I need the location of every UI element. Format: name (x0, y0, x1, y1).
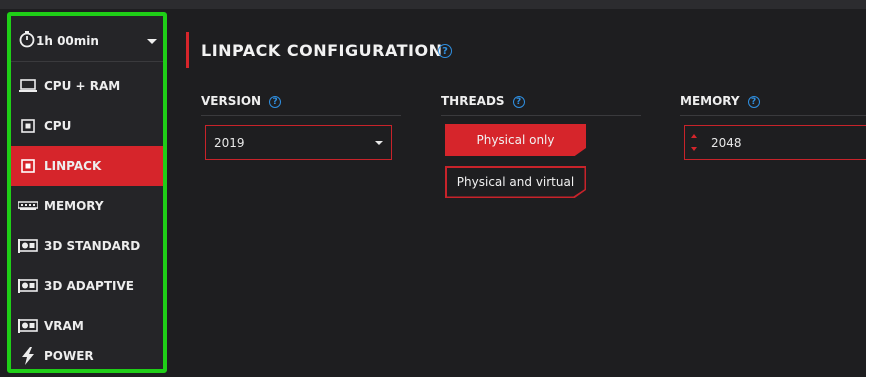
sidebar-item-label: VRAM (44, 319, 84, 333)
threads-physical-virtual-label: Physical and virtual (446, 167, 585, 197)
stepper-down-icon[interactable] (691, 147, 697, 151)
threads-physical-only-button[interactable]: Physical only (445, 124, 586, 156)
sidebar-item-label: POWER (44, 349, 94, 363)
help-icon[interactable]: ? (747, 95, 760, 108)
stopwatch-icon (18, 30, 36, 51)
sidebar: 1h 00min CPU + RAM CPU LINPACK MEMORY 3D… (7, 12, 167, 373)
top-strip (0, 0, 866, 9)
stepper-up-icon[interactable] (691, 134, 697, 138)
lightning-icon (18, 347, 38, 365)
threads-label-text: THREADS (441, 94, 505, 108)
sidebar-item-cpu-ram[interactable]: CPU + RAM (11, 66, 163, 106)
memory-value: 2048 (711, 135, 742, 150)
gpu-icon (18, 318, 38, 334)
chevron-down-icon (375, 141, 383, 145)
ram-icon (18, 198, 38, 214)
sidebar-item-3d-standard[interactable]: 3D STANDARD (11, 226, 163, 266)
sidebar-item-label: 3D STANDARD (44, 239, 141, 253)
sidebar-item-label: 3D ADAPTIVE (44, 279, 134, 293)
title-accent-bar (186, 32, 189, 68)
version-select[interactable]: 2019 (205, 125, 392, 160)
threads-physical-virtual-button[interactable]: Physical and virtual (445, 166, 586, 198)
version-value: 2019 (214, 135, 245, 150)
timer-label: 1h 00min (36, 33, 99, 48)
chip-icon (18, 158, 38, 174)
version-label-text: VERSION (201, 94, 262, 108)
sidebar-item-3d-adaptive[interactable]: 3D ADAPTIVE (11, 266, 163, 306)
version-label: VERSION? (201, 94, 282, 108)
divider (680, 115, 866, 116)
memory-input[interactable]: 2048 (684, 125, 866, 160)
sidebar-item-label: LINPACK (44, 159, 102, 173)
help-icon[interactable]: ? (438, 44, 452, 58)
app-window: 1h 00min CPU + RAM CPU LINPACK MEMORY 3D… (0, 0, 866, 377)
memory-label-text: MEMORY (680, 94, 740, 108)
timer-dropdown[interactable]: 1h 00min (11, 20, 163, 62)
threads-label: THREADS? (441, 94, 525, 108)
gpu-icon (18, 238, 38, 254)
sidebar-item-cpu[interactable]: CPU (11, 106, 163, 146)
memory-label: MEMORY? (680, 94, 760, 108)
gpu-icon (18, 278, 38, 294)
monitor-icon (18, 78, 38, 94)
chevron-down-icon (147, 39, 157, 44)
help-icon[interactable]: ? (512, 95, 525, 108)
chip-icon (18, 118, 38, 134)
sidebar-item-power[interactable]: POWER (11, 336, 163, 376)
sidebar-item-linpack[interactable]: LINPACK (11, 146, 163, 186)
sidebar-item-memory[interactable]: MEMORY (11, 186, 163, 226)
sidebar-item-label: MEMORY (44, 199, 104, 213)
sidebar-item-label: CPU + RAM (44, 79, 121, 93)
help-icon[interactable]: ? (269, 95, 282, 108)
divider (201, 115, 401, 116)
page-title: LINPACK CONFIGURATION (201, 41, 443, 60)
sidebar-item-label: CPU (44, 119, 72, 133)
divider (441, 115, 641, 116)
